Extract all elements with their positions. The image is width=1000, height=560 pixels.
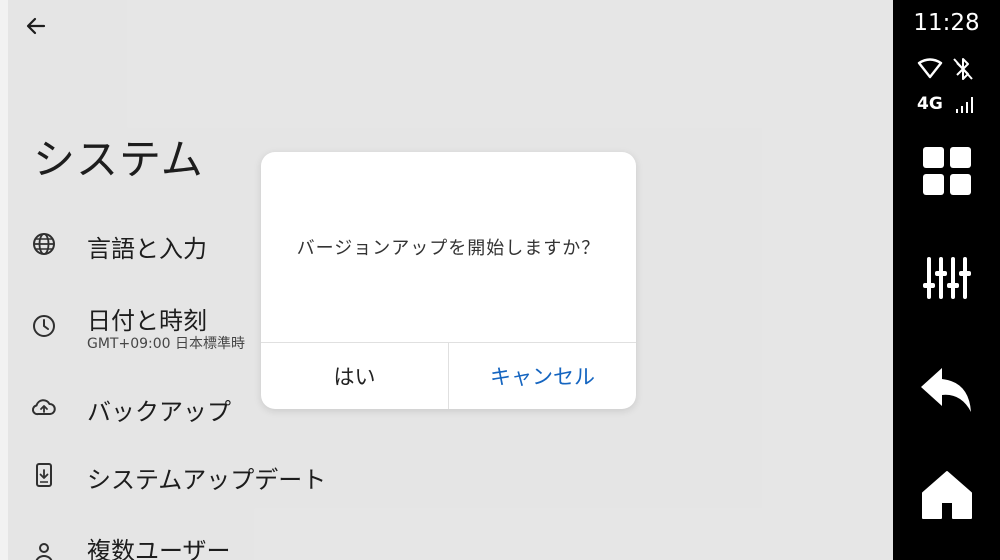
- wifi-icon: [917, 58, 943, 79]
- status-clock: 11:28: [913, 10, 980, 36]
- equalizer-icon: [923, 257, 971, 299]
- back-nav-button[interactable]: [917, 360, 977, 420]
- bluetooth-icon: [953, 58, 973, 80]
- system-rail: 11:28 4G: [893, 0, 1000, 560]
- network-type-label: 4G: [917, 94, 943, 114]
- confirm-dialog: バージョンアップを開始しますか？ はい キャンセル: [261, 152, 636, 409]
- apps-grid-icon: [923, 147, 971, 195]
- back-arrow-icon: [921, 368, 971, 412]
- home-button[interactable]: [917, 466, 977, 526]
- apps-button[interactable]: [917, 141, 977, 201]
- cancel-button[interactable]: キャンセル: [449, 343, 636, 409]
- cell-signal-icon: [956, 97, 973, 113]
- audio-settings-button[interactable]: [917, 249, 977, 309]
- confirm-button[interactable]: はい: [261, 343, 448, 409]
- home-icon: [922, 471, 972, 519]
- settings-screen: システム 言語と入力 日付と時刻 GMT+09:00 日本標準時 バックアップ: [0, 0, 893, 560]
- dialog-message: バージョンアップを開始しますか？: [296, 238, 601, 259]
